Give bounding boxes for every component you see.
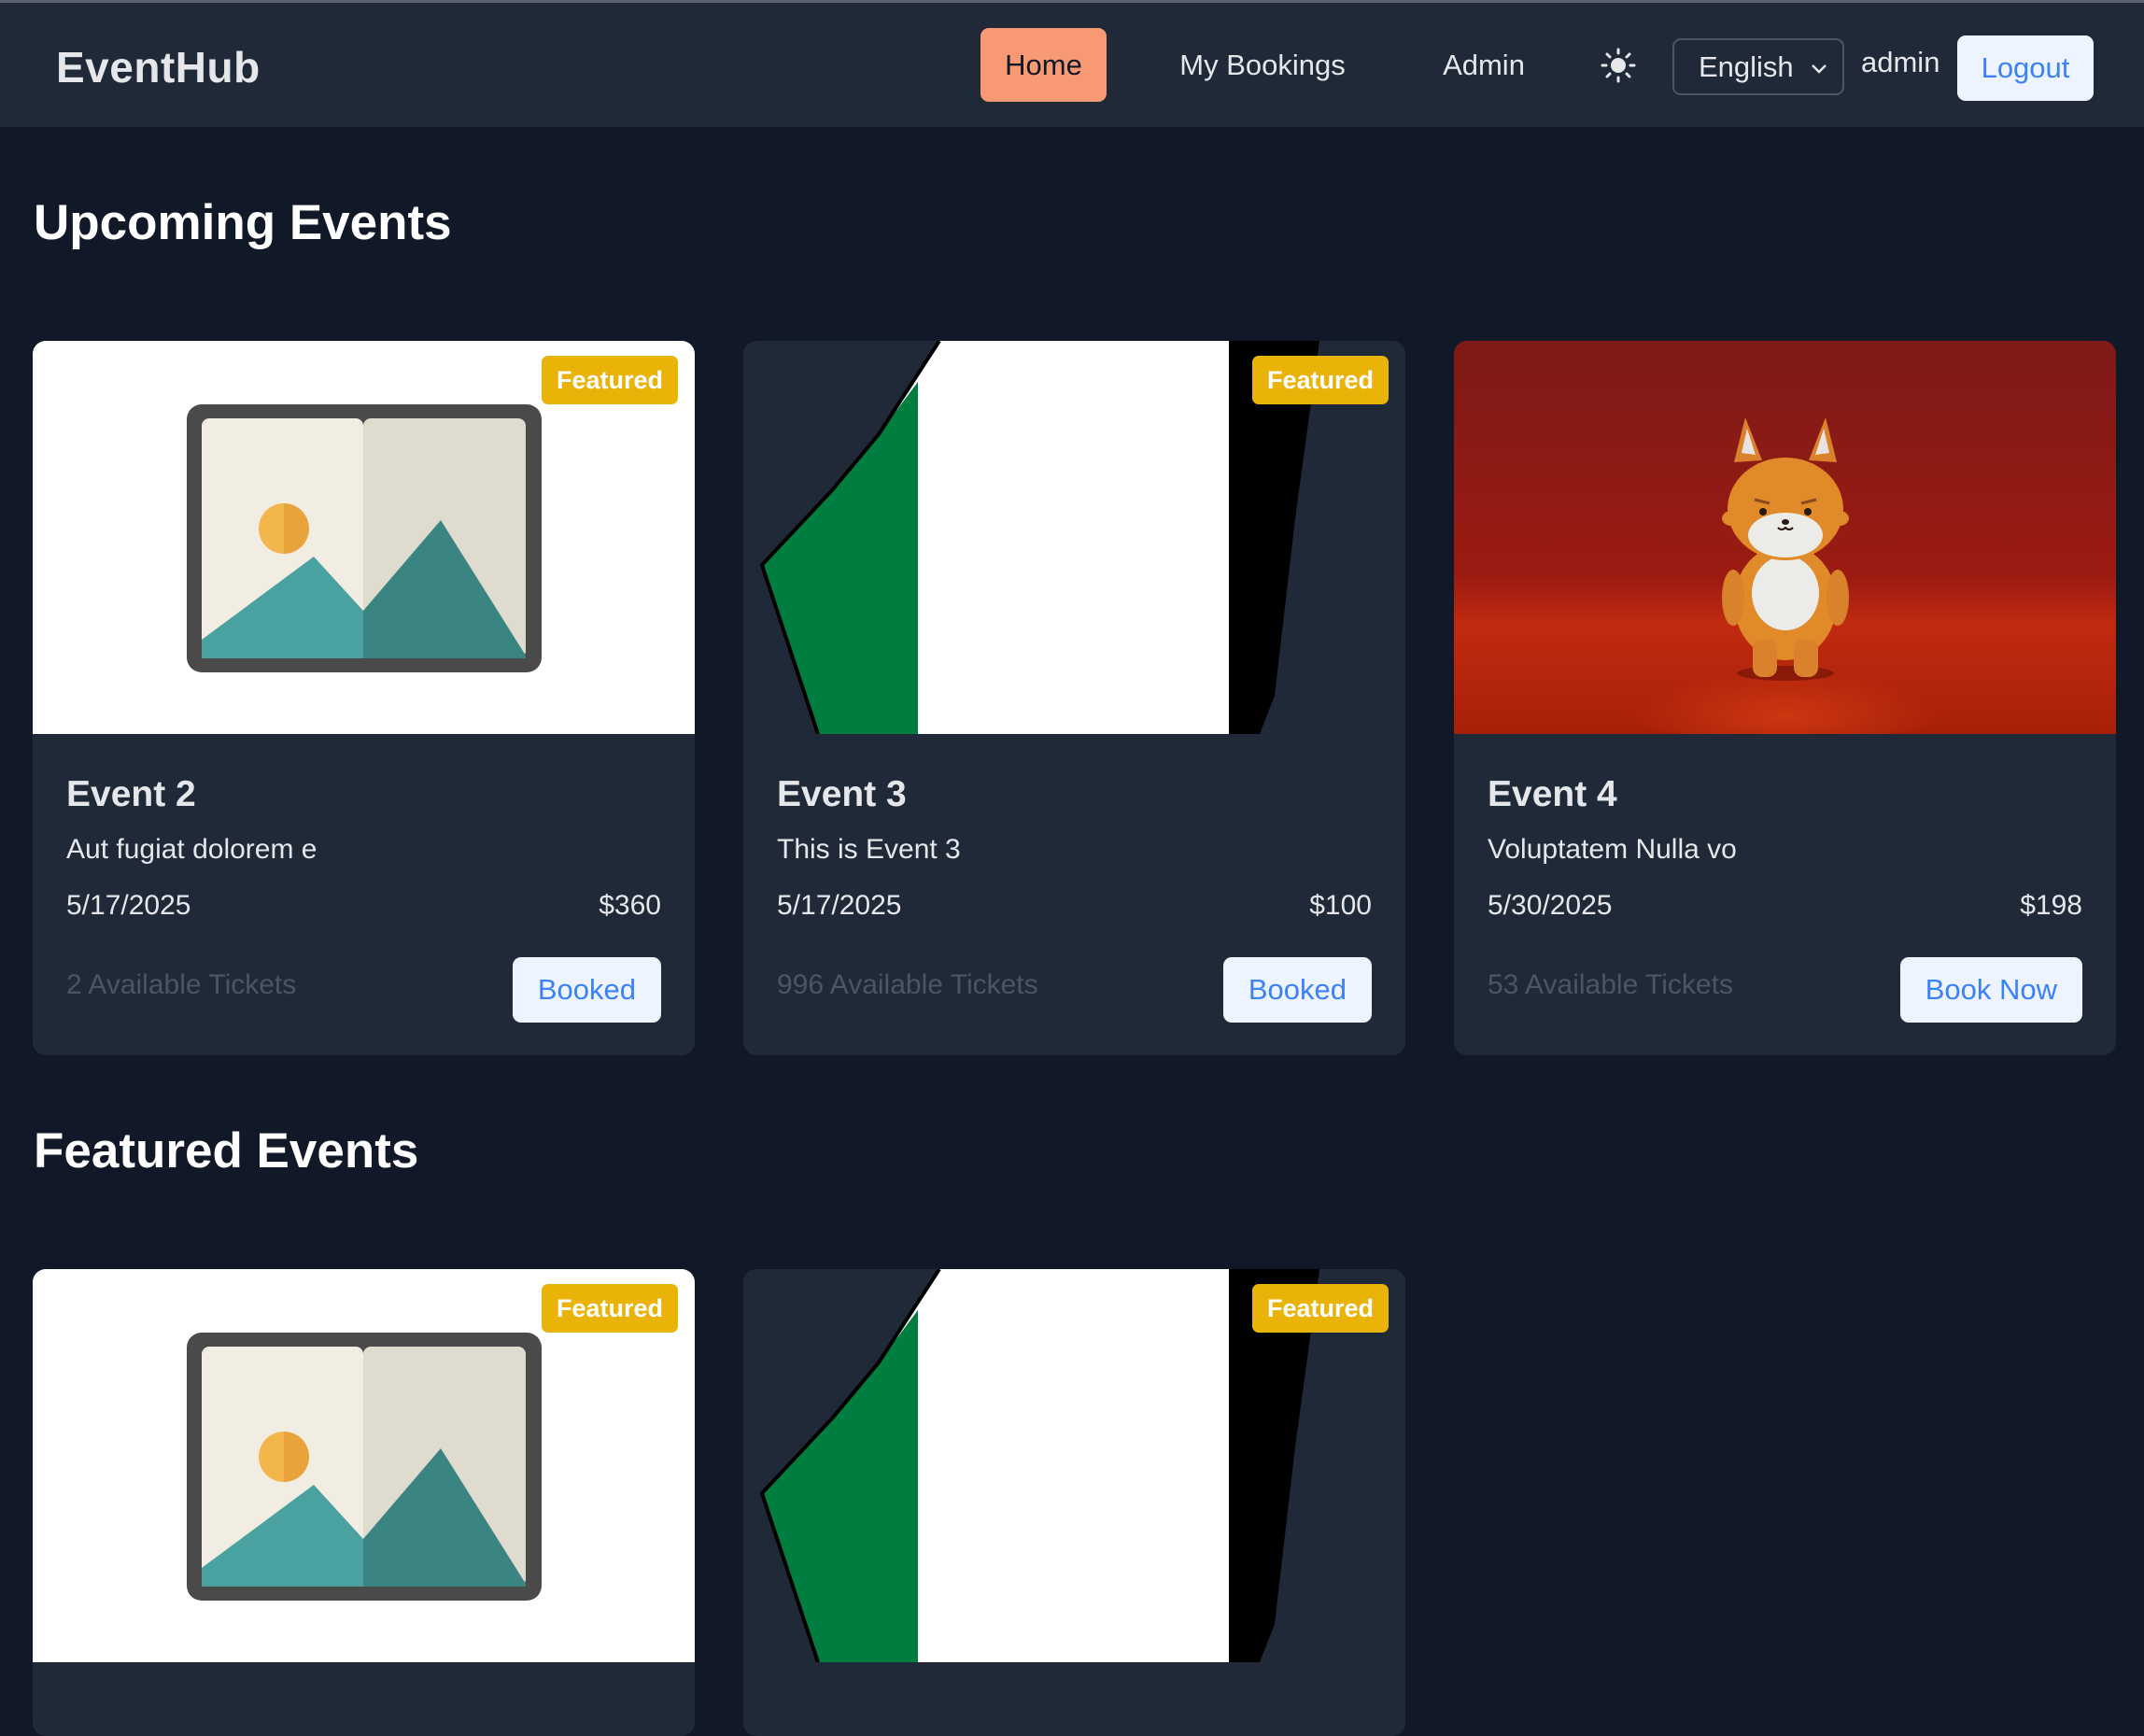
chevron-down-icon: [1812, 64, 1827, 74]
event-description: This is Event 3: [777, 834, 961, 865]
fox-character-image: [1454, 341, 2116, 734]
available-tickets: 2 Available Tickets: [66, 969, 297, 1000]
event-price: $100: [1309, 890, 1372, 921]
sun-icon: [1601, 48, 1636, 83]
featured-event-card: Featured: [33, 1269, 695, 1736]
nav-home-link[interactable]: Home: [980, 28, 1107, 102]
featured-badge: Featured: [542, 356, 678, 404]
nav-admin-link[interactable]: Admin: [1419, 28, 1548, 102]
event-card: Event 4 Voluptatem Nulla vo 5/30/2025 $1…: [1454, 341, 2116, 1055]
logout-button[interactable]: Logout: [1957, 35, 2094, 101]
booked-button[interactable]: Booked: [512, 957, 661, 1023]
featured-badge: Featured: [1252, 356, 1389, 404]
event-description: Aut fugiat dolorem e: [66, 834, 317, 865]
event-card: Featured Event 3 This is Event 3 5/17/20…: [743, 341, 1405, 1055]
event-image: Featured: [33, 341, 695, 734]
event-price: $198: [2020, 890, 2082, 921]
event-card: Featured Event 2 Aut fugiat dolorem e 5/…: [33, 341, 695, 1055]
featured-event-card: Featured: [743, 1269, 1405, 1736]
featured-badge: Featured: [542, 1284, 678, 1333]
event-title: Event 3: [777, 774, 907, 814]
event-title: Event 2: [66, 774, 196, 814]
language-select[interactable]: English: [1672, 38, 1844, 95]
event-date: 5/17/2025: [66, 890, 191, 921]
nav-my-bookings-link[interactable]: My Bookings: [1158, 28, 1367, 102]
event-image: Featured: [743, 1269, 1405, 1662]
featured-events-heading: Featured Events: [34, 1123, 419, 1179]
event-image: Featured: [33, 1269, 695, 1662]
username-label: admin: [1861, 46, 1940, 78]
theme-toggle-button[interactable]: [1595, 46, 1642, 85]
language-select-value: English: [1699, 49, 1794, 83]
event-title: Event 4: [1488, 774, 1617, 814]
navbar: EventHub Home My Bookings Admin English …: [0, 3, 2144, 127]
event-date: 5/17/2025: [777, 890, 902, 921]
featured-badge: Featured: [1252, 1284, 1389, 1333]
event-date: 5/30/2025: [1488, 890, 1613, 921]
upcoming-events-heading: Upcoming Events: [34, 195, 452, 250]
event-image: Featured: [743, 341, 1405, 734]
event-description: Voluptatem Nulla vo: [1488, 834, 1737, 865]
available-tickets: 996 Available Tickets: [777, 969, 1038, 1000]
available-tickets: 53 Available Tickets: [1488, 969, 1733, 1000]
event-image: [1454, 341, 2116, 734]
event-price: $360: [599, 890, 661, 921]
booked-button[interactable]: Booked: [1222, 957, 1372, 1023]
book-now-button[interactable]: Book Now: [1899, 957, 2082, 1023]
brand-logo[interactable]: EventHub: [56, 42, 261, 92]
